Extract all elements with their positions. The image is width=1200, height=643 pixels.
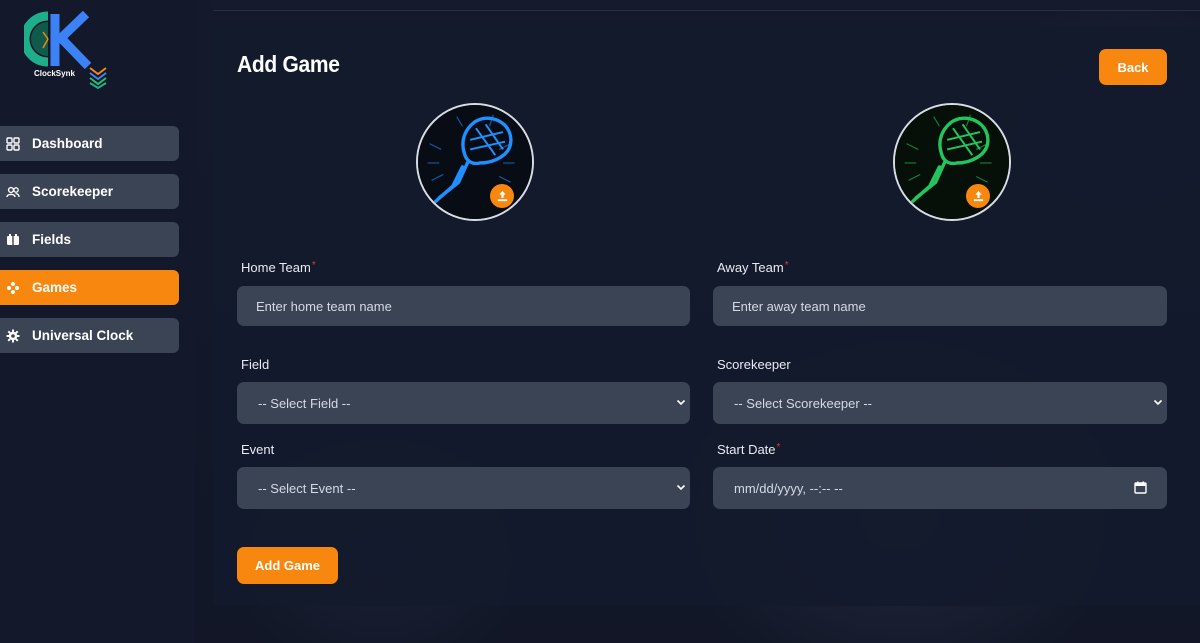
- gamepad-icon: [6, 281, 20, 295]
- required-marker: *: [776, 442, 781, 453]
- add-game-button[interactable]: Add Game: [237, 547, 338, 584]
- calendar-icon[interactable]: [1134, 481, 1147, 494]
- users-icon: [6, 185, 20, 199]
- upload-icon: [497, 190, 507, 201]
- home-team-label: Home Team*: [241, 260, 316, 275]
- upload-home-logo-button[interactable]: [490, 184, 514, 208]
- chevron-down-icon: [1153, 399, 1163, 406]
- required-marker: *: [311, 260, 316, 271]
- scorekeeper-select[interactable]: -- Select Scorekeeper --: [713, 382, 1167, 424]
- upload-icon: [973, 190, 983, 201]
- field-select[interactable]: -- Select Field --: [237, 382, 690, 424]
- start-date-input[interactable]: mm/dd/yyyy, --:-- --: [713, 467, 1167, 509]
- event-select[interactable]: -- Select Event --: [237, 467, 690, 509]
- gear-icon: [6, 329, 20, 343]
- sidebar-item-dashboard[interactable]: Dashboard: [0, 126, 179, 161]
- start-date-label: Start Date*: [717, 442, 781, 457]
- sidebar-item-fields[interactable]: Fields: [0, 222, 179, 257]
- start-date-placeholder: mm/dd/yyyy, --:-- --: [734, 480, 843, 496]
- clocksynk-logo: [20, 10, 114, 90]
- back-button[interactable]: Back: [1099, 49, 1167, 85]
- away-team-placeholder: Enter away team name: [732, 298, 866, 314]
- chevron-down-icon: [676, 484, 686, 491]
- sidebar-item-universal-clock[interactable]: Universal Clock: [0, 318, 179, 353]
- grid-icon: [6, 136, 20, 151]
- sidebar-item-label: Universal Clock: [32, 328, 134, 343]
- upload-away-logo-button[interactable]: [966, 184, 990, 208]
- away-team-label: Away Team*: [717, 260, 789, 275]
- event-select-value: -- Select Event --: [258, 480, 356, 496]
- sidebar-item-label: Games: [32, 280, 78, 295]
- sidebar-item-games[interactable]: Games: [0, 270, 179, 305]
- field-label: Field: [241, 357, 270, 372]
- scorekeeper-select-value: -- Select Scorekeeper --: [734, 395, 872, 411]
- top-bar: [213, 0, 1200, 11]
- away-team-input[interactable]: Enter away team name: [713, 286, 1167, 326]
- home-team-logo[interactable]: [416, 103, 534, 221]
- sidebar-item-scorekeeper[interactable]: Scorekeeper: [0, 174, 179, 209]
- scorekeeper-label: Scorekeeper: [717, 357, 791, 372]
- sidebar-item-label: Fields: [32, 232, 72, 247]
- home-team-placeholder: Enter home team name: [256, 298, 392, 314]
- event-label: Event: [241, 442, 275, 457]
- home-team-input[interactable]: Enter home team name: [237, 286, 690, 326]
- logo-text: ClockSynk: [34, 69, 75, 78]
- field-select-value: -- Select Field --: [258, 395, 351, 411]
- sidebar: ClockSynk Dashboard Scorekeeper Fields G…: [0, 0, 195, 643]
- sidebar-item-label: Dashboard: [32, 136, 103, 151]
- page-title: Add Game: [237, 52, 340, 78]
- chevron-down-icon: [676, 399, 686, 406]
- field-icon: [6, 233, 20, 247]
- away-team-logo[interactable]: [893, 103, 1011, 221]
- required-marker: *: [784, 260, 789, 271]
- sidebar-item-label: Scorekeeper: [32, 184, 114, 199]
